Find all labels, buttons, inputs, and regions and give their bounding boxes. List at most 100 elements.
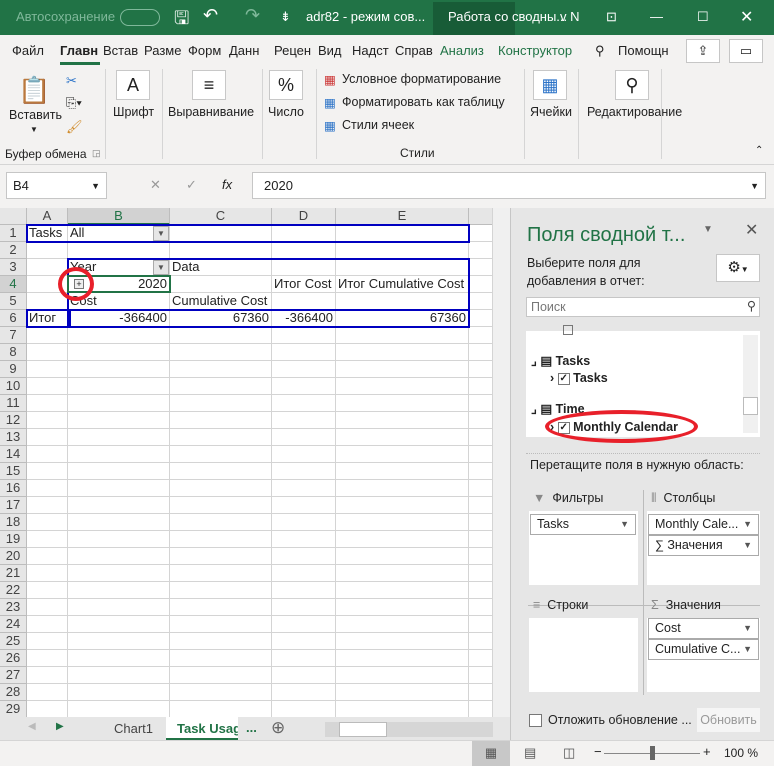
row-header[interactable]: 7 [0,327,27,344]
cell[interactable] [469,548,492,565]
sheet-tab-chart1[interactable]: Chart1 [114,721,153,736]
cell[interactable] [469,531,492,548]
cell[interactable] [272,531,336,548]
cell[interactable] [272,684,336,701]
cell[interactable] [27,429,68,446]
cell[interactable] [469,650,492,667]
cell[interactable] [336,242,469,259]
name-box[interactable]: B4 ▼ [6,172,107,199]
ribbon-tab-5[interactable]: Данн [229,43,269,58]
row-header[interactable]: 26 [0,650,27,667]
row-header[interactable]: 6 [0,310,27,327]
cell[interactable] [27,276,68,293]
cell[interactable] [272,293,336,310]
values-area[interactable]: Cost ▼ Cumulative C... ▼ [647,618,760,692]
cell[interactable] [27,616,68,633]
cut-icon[interactable]: ✂ [66,73,77,89]
cell[interactable] [336,361,469,378]
cell[interactable] [272,378,336,395]
cell-e6[interactable]: 67360 [336,310,469,327]
cell[interactable] [272,616,336,633]
cell[interactable] [469,293,492,310]
row-header[interactable]: 15 [0,463,27,480]
row-header[interactable]: 21 [0,565,27,582]
cell[interactable] [27,514,68,531]
cell[interactable] [469,276,492,293]
page-layout-icon[interactable]: ▤ [524,745,536,761]
cell[interactable] [68,327,170,344]
ribbon-tab-8[interactable]: Надст [352,43,390,58]
cell[interactable] [272,701,336,717]
cell[interactable] [272,548,336,565]
cell[interactable] [336,293,469,310]
cell[interactable] [272,650,336,667]
cell[interactable] [272,361,336,378]
cell[interactable] [27,565,68,582]
cell[interactable] [272,633,336,650]
next-sheet-icon[interactable]: ▶ [56,721,64,732]
defer-update-checkbox[interactable] [529,714,542,727]
cell[interactable] [272,225,336,242]
cell[interactable] [469,497,492,514]
customize-qat-icon[interactable]: ⇟ [280,9,291,25]
cell[interactable] [68,497,170,514]
collapse-ribbon-icon[interactable]: ⌃ [755,145,763,156]
ribbon-tab-9[interactable]: Справ [395,43,433,58]
zoom-in-button[interactable]: + [703,744,711,759]
cell[interactable] [469,463,492,480]
align-icon[interactable]: ≡ [192,70,226,100]
cell[interactable] [27,293,68,310]
ribbon-tab-0[interactable]: Файл [12,43,52,58]
row-header[interactable]: 2 [0,242,27,259]
cell-c5[interactable]: Cumulative Cost [170,293,272,310]
cell[interactable] [272,446,336,463]
cell[interactable] [469,395,492,412]
cell[interactable] [170,429,272,446]
cell[interactable] [336,412,469,429]
row-header[interactable]: 14 [0,446,27,463]
column-header[interactable]: C [170,208,272,225]
cell[interactable] [68,548,170,565]
cell[interactable] [469,412,492,429]
column-header[interactable]: B [68,208,170,225]
cell[interactable] [68,446,170,463]
table-tasks[interactable]: ⌟ ▤ Tasks [531,353,590,368]
vertical-scrollbar[interactable] [492,208,510,717]
row-header[interactable]: 12 [0,412,27,429]
column-header[interactable]: E [336,208,469,225]
row-header[interactable]: 16 [0,480,27,497]
zoom-level[interactable]: 100 % [724,746,758,760]
cell[interactable] [170,463,272,480]
prev-sheet-icon[interactable]: ◀ [28,721,36,732]
percent-icon[interactable]: % [269,70,303,100]
cell[interactable] [170,395,272,412]
cell[interactable] [469,599,492,616]
cell[interactable] [170,276,272,293]
filter-field-tasks[interactable]: Tasks ▼ [530,514,636,535]
cell[interactable] [170,446,272,463]
horizontal-scrollbar[interactable] [325,722,493,737]
cell[interactable] [272,514,336,531]
redo-icon[interactable]: ↷ [245,5,260,26]
cell[interactable] [68,429,170,446]
cell-c3[interactable]: Data [170,259,272,276]
cell[interactable] [170,378,272,395]
cell[interactable] [27,259,68,276]
ribbon-tab-6[interactable]: Рецен [274,43,314,58]
cell[interactable] [469,344,492,361]
cell[interactable] [272,344,336,361]
cell[interactable] [170,242,272,259]
cell-c6[interactable]: 67360 [170,310,272,327]
cell[interactable] [469,633,492,650]
cell[interactable] [469,225,492,242]
undo-icon[interactable]: ↶ [203,5,218,26]
user-name[interactable]: v N [560,9,580,24]
cell[interactable] [336,225,469,242]
font-button[interactable]: Шрифт [113,105,154,119]
cell[interactable] [27,701,68,717]
sheet-tab-task-usage[interactable]: Task Usag [177,721,238,736]
cell[interactable] [27,242,68,259]
ribbon-tab-2[interactable]: Встав [103,43,141,58]
cell[interactable] [27,548,68,565]
cell-b6[interactable]: -366400 [68,310,170,327]
